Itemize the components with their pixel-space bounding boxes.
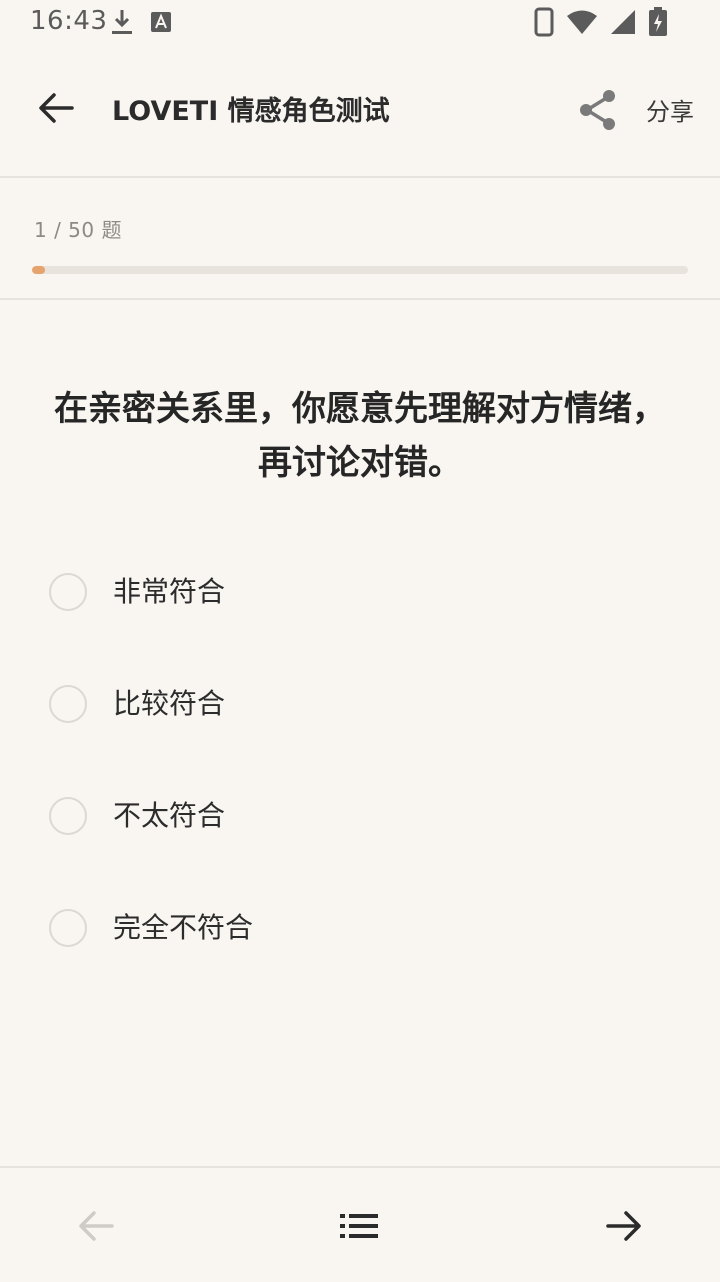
next-question-button[interactable] xyxy=(600,1204,648,1252)
option-label: 完全不符合 xyxy=(113,911,254,944)
wifi-icon xyxy=(566,9,598,39)
download-icon xyxy=(110,7,134,41)
progress-section: 1 / 50 题 xyxy=(0,178,720,300)
phone-icon xyxy=(534,7,554,41)
progress-bar-fill xyxy=(32,266,45,274)
progress-bar xyxy=(32,266,688,274)
question-list-button[interactable] xyxy=(336,1204,384,1252)
option-label: 非常符合 xyxy=(113,575,226,608)
radio-button[interactable] xyxy=(49,685,87,723)
option-label: 比较符合 xyxy=(113,687,226,720)
previous-question-button[interactable] xyxy=(72,1204,120,1252)
share-icon xyxy=(578,89,618,135)
page-title: LOVETI 情感角色测试 xyxy=(112,96,390,127)
option-label: 不太符合 xyxy=(113,799,226,832)
share-label[interactable]: 分享 xyxy=(646,96,694,128)
status-time: 16:43 xyxy=(30,6,108,36)
list-icon xyxy=(340,1213,380,1243)
option-3[interactable]: 不太符合 xyxy=(0,760,720,872)
option-1[interactable]: 非常符合 xyxy=(0,536,720,648)
share-button[interactable] xyxy=(576,90,620,134)
status-left-icons xyxy=(110,8,172,40)
bottom-nav xyxy=(0,1166,720,1282)
app-bar: LOVETI 情感角色测试 分享 xyxy=(0,48,720,178)
battery-charging-icon xyxy=(648,7,668,41)
back-button[interactable] xyxy=(34,88,78,132)
a-box-icon xyxy=(150,11,172,37)
status-right-icons xyxy=(534,7,668,41)
progress-counter: 1 / 50 题 xyxy=(34,218,122,242)
signal-icon xyxy=(610,9,636,39)
option-4[interactable]: 完全不符合 xyxy=(0,872,720,984)
arrow-left-icon xyxy=(38,92,74,128)
arrow-right-icon xyxy=(606,1210,642,1246)
arrow-left-icon xyxy=(78,1210,114,1246)
radio-button[interactable] xyxy=(49,909,87,947)
question-text: 在亲密关系里，你愿意先理解对方情绪，再讨论对错。 xyxy=(54,389,666,483)
status-bar: 16:43 xyxy=(0,0,720,48)
radio-button[interactable] xyxy=(49,797,87,835)
option-2[interactable]: 比较符合 xyxy=(0,648,720,760)
radio-button[interactable] xyxy=(49,573,87,611)
